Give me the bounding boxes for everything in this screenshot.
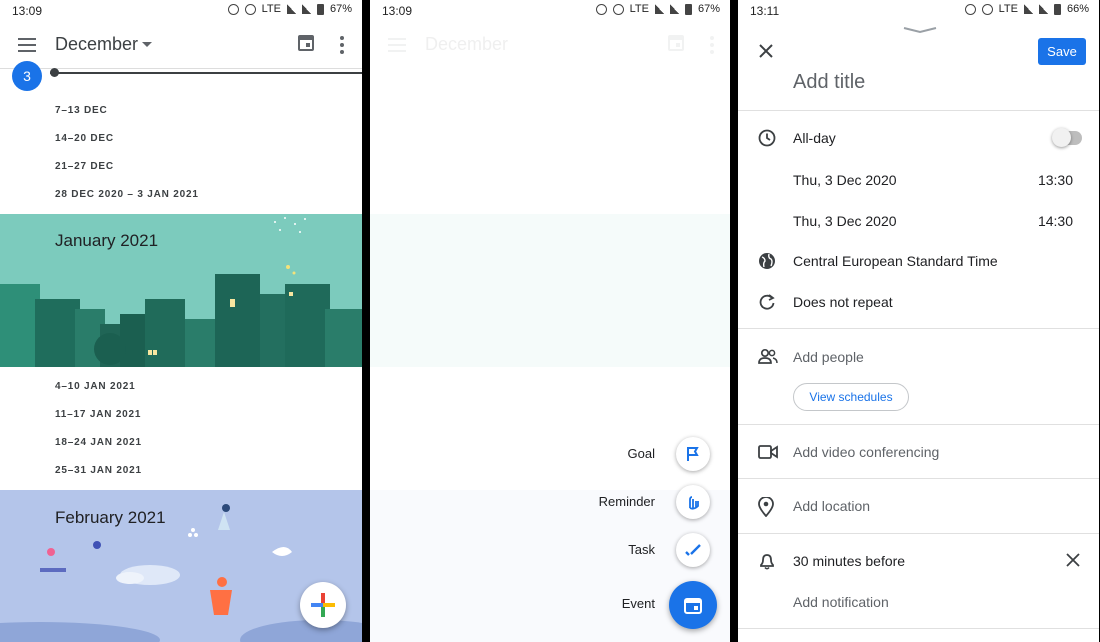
week-range[interactable]: 4–10 JAN 2021	[55, 381, 135, 392]
february-title: February 2021	[55, 508, 166, 527]
alarm-icon	[227, 3, 239, 15]
close-icon[interactable]	[758, 43, 774, 59]
signal-icon	[1038, 4, 1048, 14]
task-label[interactable]: Task	[535, 542, 655, 557]
battery-icon	[1053, 3, 1061, 15]
january-banner: January 2021	[0, 214, 362, 367]
week-range[interactable]: 7–13 DEC	[55, 105, 108, 116]
signal-icon	[1023, 4, 1033, 14]
all-day-toggle[interactable]	[1052, 128, 1082, 147]
lte-indicator: LTE	[998, 3, 1018, 15]
schedule-panel: 13:09 LTE 67% December 3 7–13 DEC 14–20 …	[0, 0, 362, 642]
divider	[738, 110, 1099, 111]
week-range[interactable]: 11–17 JAN 2021	[55, 409, 141, 420]
event-button[interactable]	[669, 581, 717, 629]
week-range[interactable]: 25–31 JAN 2021	[55, 465, 142, 476]
week-range[interactable]: 28 DEC 2020 – 3 JAN 2021	[55, 189, 199, 200]
app-bar: December	[0, 22, 362, 68]
repeat-icon	[759, 294, 775, 310]
drag-handle-icon[interactable]	[902, 26, 938, 34]
more-options-icon[interactable]	[340, 36, 344, 57]
now-dot	[50, 68, 59, 77]
event-label[interactable]: Event	[535, 596, 655, 611]
today-badge[interactable]: 3	[12, 61, 42, 91]
check-task-icon	[685, 544, 701, 556]
january-banner	[370, 214, 730, 367]
lte-indicator: LTE	[261, 3, 281, 15]
week-range[interactable]: 18–24 JAN 2021	[55, 437, 142, 448]
mute-icon	[981, 3, 993, 15]
bell-icon	[760, 554, 774, 570]
menu-icon	[388, 38, 406, 52]
add-people[interactable]: Add people	[793, 349, 864, 365]
battery-percent: 66%	[1066, 3, 1089, 15]
speed-dial-panel: 13:09 LTE 67% December Goal Reminder Tas…	[370, 0, 730, 642]
add-video-conferencing[interactable]: Add video conferencing	[793, 444, 939, 460]
new-event-panel: 13:11 LTE 66% Save Add title All-day Thu…	[738, 0, 1099, 642]
divider	[738, 533, 1099, 534]
today-calendar-icon[interactable]	[298, 35, 314, 51]
reminder-label[interactable]: Reminder	[535, 494, 655, 509]
goal-label[interactable]: Goal	[535, 446, 655, 461]
start-time[interactable]: 13:30	[1038, 172, 1073, 188]
chevron-down-icon[interactable]	[142, 42, 152, 47]
add-location[interactable]: Add location	[793, 498, 870, 514]
people-icon	[758, 348, 778, 364]
reminder-hand-icon	[689, 496, 699, 510]
divider	[738, 328, 1099, 329]
mute-icon	[244, 3, 256, 15]
flag-icon	[687, 447, 699, 461]
notification-item[interactable]: 30 minutes before	[793, 553, 905, 569]
repeat-option[interactable]: Does not repeat	[793, 294, 893, 310]
create-fab[interactable]	[300, 582, 346, 628]
today-calendar-icon	[668, 35, 684, 51]
january-title: January 2021	[55, 231, 159, 250]
menu-icon[interactable]	[18, 38, 36, 52]
week-range[interactable]: 21–27 DEC	[55, 161, 114, 172]
battery-icon	[316, 3, 324, 15]
all-day-label: All-day	[793, 130, 836, 146]
divider	[738, 478, 1099, 479]
divider	[738, 628, 1099, 629]
plus-icon	[311, 603, 335, 607]
location-pin-icon	[758, 497, 774, 517]
goal-button[interactable]	[676, 437, 710, 471]
view-schedules-button[interactable]: View schedules	[793, 383, 909, 411]
timezone[interactable]: Central European Standard Time	[793, 253, 998, 269]
battery-percent: 67%	[329, 3, 352, 15]
end-date[interactable]: Thu, 3 Dec 2020	[793, 213, 897, 229]
start-date[interactable]: Thu, 3 Dec 2020	[793, 172, 897, 188]
divider	[738, 424, 1099, 425]
signal-icon	[286, 4, 296, 14]
globe-icon	[759, 253, 775, 269]
video-icon	[758, 445, 778, 459]
remove-notification-icon[interactable]	[1066, 553, 1080, 567]
status-time: 13:11	[750, 4, 780, 18]
status-bar: 13:09 LTE 67%	[0, 0, 362, 22]
signal-icon	[301, 4, 311, 14]
end-time[interactable]: 14:30	[1038, 213, 1073, 229]
now-line	[50, 72, 362, 74]
app-bar: December	[370, 22, 730, 68]
clock-icon	[758, 129, 776, 147]
more-options-icon	[710, 36, 714, 57]
add-notification[interactable]: Add notification	[793, 594, 889, 610]
week-range[interactable]: 14–20 DEC	[55, 133, 114, 144]
month-selector[interactable]: December	[55, 34, 138, 55]
reminder-button[interactable]	[676, 485, 710, 519]
status-time: 13:09	[12, 4, 43, 18]
title-input[interactable]: Add title	[793, 71, 865, 94]
status-bar: 13:11 LTE 66%	[738, 0, 1099, 22]
task-button[interactable]	[676, 533, 710, 567]
alarm-icon	[964, 3, 976, 15]
calendar-event-icon	[684, 598, 702, 614]
month-selector: December	[425, 34, 509, 54]
save-button[interactable]: Save	[1038, 38, 1086, 65]
